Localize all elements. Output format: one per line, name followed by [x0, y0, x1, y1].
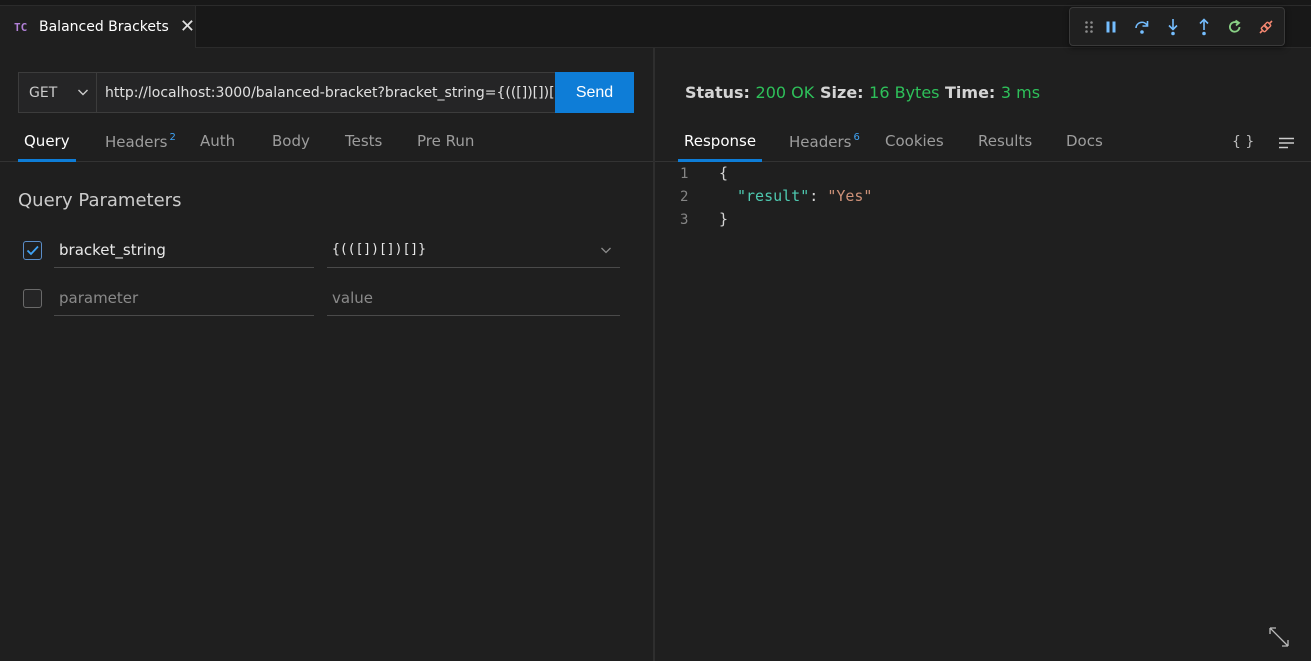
format-json-icon[interactable]: { }: [1232, 134, 1254, 150]
method-value: GET: [29, 84, 58, 101]
json-key: "result": [737, 187, 810, 205]
tab-label: Docs: [1066, 132, 1103, 150]
tab-label: Headers: [789, 133, 852, 151]
chevron-down-icon: [77, 86, 89, 102]
query-parameters-title: Query Parameters: [18, 190, 182, 211]
size-value: 16 Bytes: [869, 83, 940, 102]
json-open-brace: {: [719, 164, 729, 182]
status-label: Status:: [685, 83, 750, 102]
headers-count-badge: 6: [853, 132, 860, 143]
disconnect-icon[interactable]: [1256, 17, 1276, 37]
headers-count-badge: 2: [169, 132, 176, 143]
response-tabs: Response Headers 6 Cookies Results Docs: [655, 126, 1311, 162]
size-readout: Size: 16 Bytes: [820, 83, 940, 102]
drag-icon[interactable]: [1079, 17, 1099, 37]
expand-icon[interactable]: [1267, 625, 1291, 653]
request-tabs: Query Headers 2 Auth Body Tests Pre Run: [0, 126, 653, 162]
tab-body[interactable]: Body: [272, 132, 310, 162]
tab-label: Results: [978, 132, 1033, 150]
pause-icon[interactable]: [1101, 17, 1121, 37]
send-button[interactable]: Send: [555, 72, 634, 113]
menu-lines-icon[interactable]: [1278, 137, 1295, 153]
step-over-icon[interactable]: [1132, 17, 1152, 37]
tab-results[interactable]: Results: [978, 132, 1032, 162]
tab-pre-run[interactable]: Pre Run: [417, 132, 474, 162]
new-param-checkbox[interactable]: [23, 289, 42, 308]
restart-icon[interactable]: [1225, 17, 1245, 37]
tab-label: Query: [24, 132, 70, 150]
param-enabled-checkbox[interactable]: [23, 241, 42, 260]
tab-tests[interactable]: Tests: [345, 132, 382, 162]
size-label: Size:: [820, 83, 864, 102]
step-into-icon[interactable]: [1163, 17, 1183, 37]
tab-label: Headers: [105, 133, 168, 151]
tab-label: Cookies: [885, 132, 944, 150]
debug-toolbar: [1069, 7, 1285, 46]
tab-label: Response: [684, 132, 757, 150]
time-readout: Time: 3 ms: [945, 83, 1040, 102]
step-out-icon[interactable]: [1194, 17, 1214, 37]
new-param-value-input[interactable]: value: [327, 280, 620, 316]
checkmark-icon: [26, 245, 39, 256]
editor-tab-balanced-brackets[interactable]: TC Balanced Brackets ✕: [0, 6, 196, 48]
param-name-field[interactable]: bracket_string: [54, 232, 314, 268]
tab-cookies[interactable]: Cookies: [885, 132, 944, 162]
tab-label: Auth: [200, 132, 236, 150]
tab-title: Balanced Brackets: [39, 19, 169, 35]
time-value: 3 ms: [1000, 83, 1041, 102]
json-close-brace: }: [719, 210, 729, 228]
status-value: 200 OK: [755, 83, 815, 102]
new-param-name-input[interactable]: parameter: [54, 280, 314, 316]
tab-label: Tests: [345, 132, 383, 150]
close-tab-icon[interactable]: ✕: [180, 18, 195, 36]
method-select[interactable]: GET: [18, 72, 97, 113]
json-value: "Yes": [827, 187, 873, 205]
tab-query[interactable]: Query: [18, 132, 76, 162]
line-number: 2: [680, 189, 689, 205]
status-readout: Status: 200 OK: [685, 83, 814, 102]
time-label: Time:: [945, 83, 996, 102]
line-number: 3: [680, 212, 689, 228]
json-result-line: "result": "Yes": [737, 187, 872, 205]
line-number: 1: [680, 166, 689, 182]
title-strip: [0, 0, 1311, 6]
url-input[interactable]: http://localhost:3000/balanced-bracket?b…: [96, 72, 556, 113]
tab-label: Body: [272, 132, 310, 150]
thunder-client-badge-icon: TC: [14, 20, 28, 34]
tab-headers[interactable]: Headers 2: [105, 132, 176, 162]
tab-label: Pre Run: [417, 132, 475, 150]
json-separator: :: [809, 187, 828, 205]
param-value-field[interactable]: {(([])[])[]}: [327, 232, 620, 268]
chevron-down-icon[interactable]: [600, 244, 612, 260]
param-value-text: {(([])[])[]}: [332, 242, 426, 257]
tab-response[interactable]: Response: [678, 132, 763, 162]
tab-docs[interactable]: Docs: [1066, 132, 1103, 162]
tab-auth[interactable]: Auth: [200, 132, 235, 162]
tab-response-headers[interactable]: Headers 6: [789, 132, 860, 162]
